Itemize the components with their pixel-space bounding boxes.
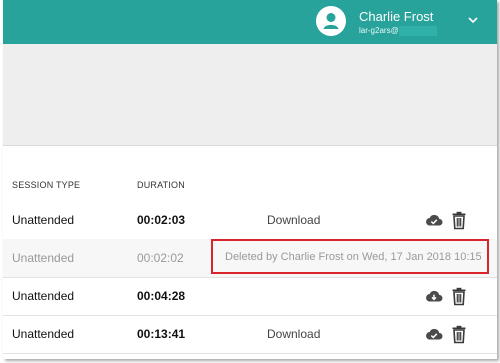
session-type-cell: Unattended	[12, 213, 75, 227]
session-type-cell: Unattended	[12, 251, 75, 265]
duration-cell: 00:02:03	[137, 213, 186, 227]
duration-cell: 00:13:41	[137, 327, 186, 341]
chevron-down-icon[interactable]	[467, 13, 479, 25]
top-bar: Charlie Frost lar-g2ars@	[3, 0, 497, 44]
table-row: Unattended 00:04:28	[3, 277, 497, 316]
user-email: lar-g2ars@	[359, 26, 399, 35]
user-name: Charlie Frost	[359, 9, 434, 24]
table-row: Unattended 00:13:41 Download	[3, 315, 497, 354]
cloud-check-icon[interactable]	[424, 324, 444, 344]
cloud-check-icon[interactable]	[424, 210, 444, 230]
trash-icon[interactable]	[449, 210, 469, 230]
trash-icon[interactable]	[449, 324, 469, 344]
deleted-notice-highlight: Deleted by Charlie Frost on Wed, 17 Jan …	[211, 239, 489, 274]
table-row-deleted: Unattended 00:02:02 Deleted by Charlie F…	[3, 239, 497, 278]
session-type-cell: Unattended	[12, 289, 75, 303]
trash-icon[interactable]	[449, 286, 469, 306]
cloud-download-icon[interactable]	[424, 286, 444, 306]
deleted-notice-text: Deleted by Charlie Frost on Wed, 17 Jan …	[225, 251, 482, 263]
app-window: Charlie Frost lar-g2ars@ SESSION TYPE DU…	[3, 0, 497, 359]
user-icon	[323, 13, 339, 29]
duration-cell: 00:04:28	[137, 289, 186, 303]
table-row: Unattended 00:02:03 Download	[3, 201, 497, 240]
redacted-email-mask	[399, 26, 437, 36]
download-link[interactable]: Download	[267, 327, 320, 341]
user-avatar[interactable]	[316, 6, 346, 36]
column-header-session-type[interactable]: SESSION TYPE	[12, 180, 80, 190]
download-link[interactable]: Download	[267, 213, 320, 227]
column-header-duration[interactable]: DURATION	[137, 180, 185, 190]
duration-cell: 00:02:02	[137, 251, 184, 265]
session-type-cell: Unattended	[12, 327, 75, 341]
subheader-panel	[3, 44, 497, 146]
